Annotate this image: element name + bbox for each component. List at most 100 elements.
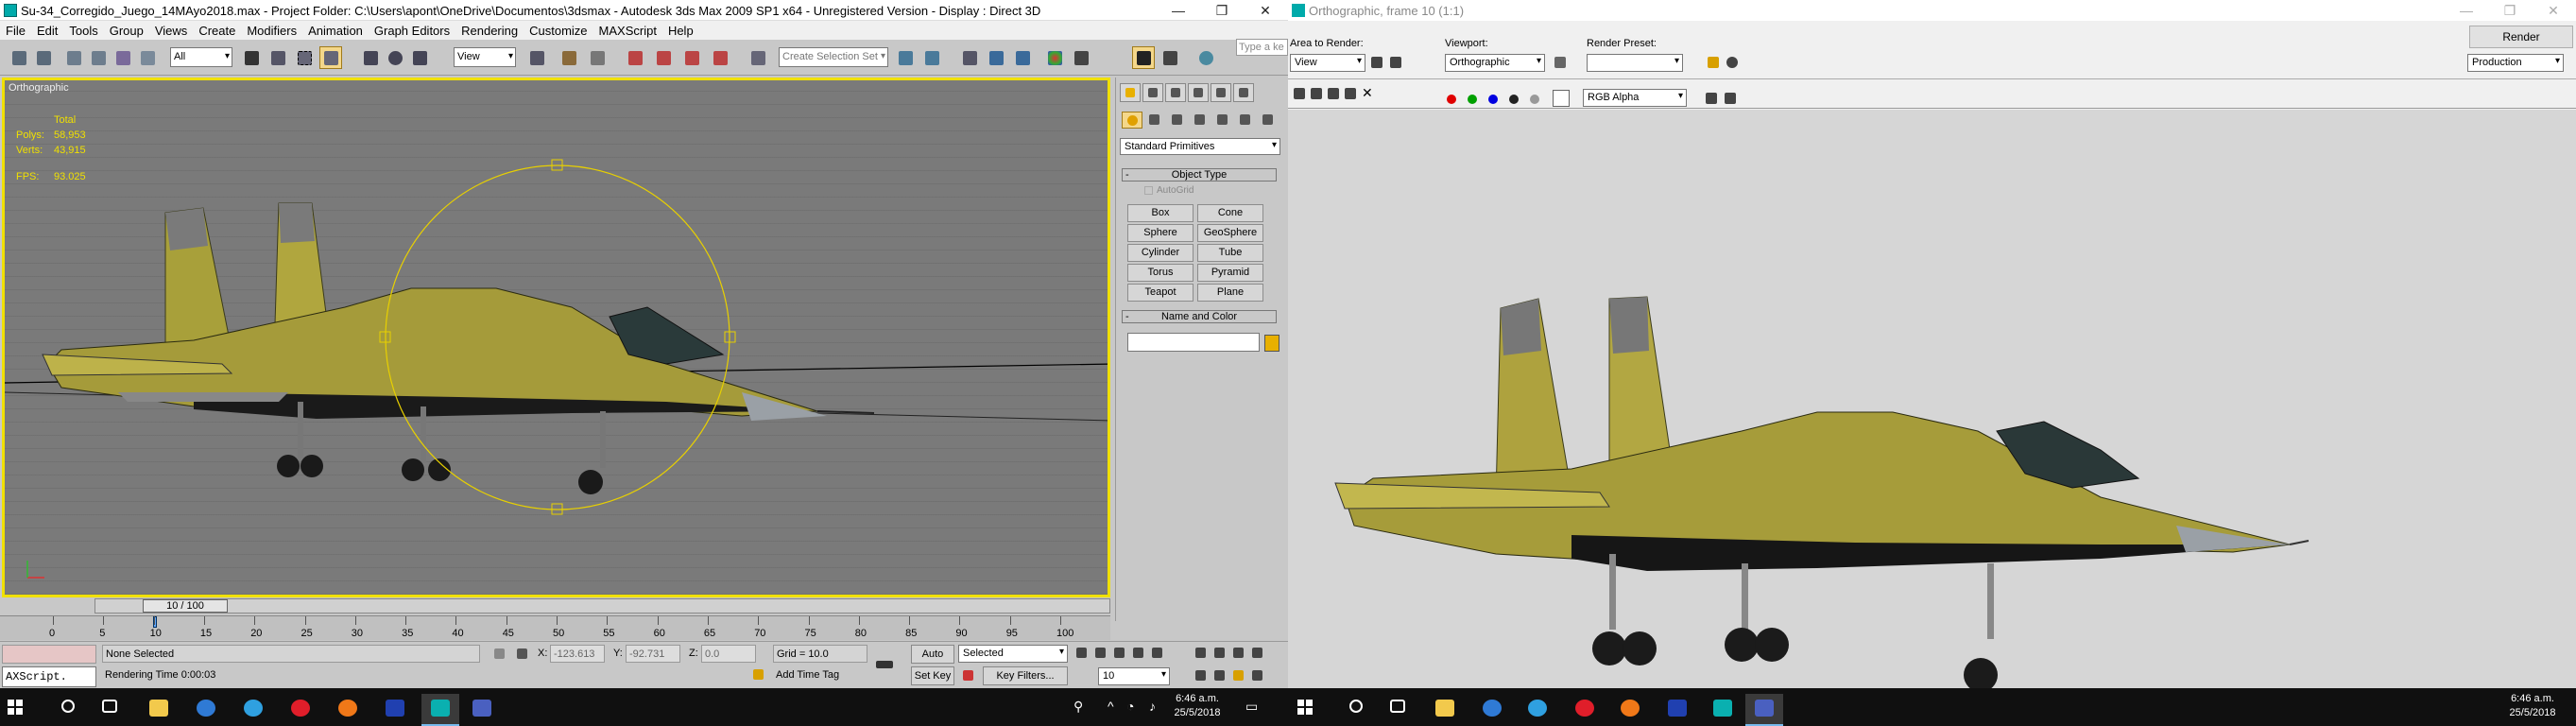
lock-selection-icon[interactable] bbox=[491, 646, 508, 663]
clone-window-icon[interactable] bbox=[1326, 86, 1341, 101]
set-key-button[interactable]: Set Key bbox=[911, 666, 954, 685]
next-frame-icon[interactable] bbox=[1130, 645, 1147, 662]
aircraft-model-viewport[interactable] bbox=[5, 80, 1110, 597]
toggle-ui-icon[interactable] bbox=[1723, 91, 1738, 106]
bind-icon[interactable] bbox=[136, 46, 159, 69]
geosphere-button[interactable]: GeoSphere bbox=[1197, 224, 1263, 242]
select-object-icon[interactable] bbox=[240, 46, 263, 69]
object-color-swatch[interactable] bbox=[1264, 335, 1279, 352]
selection-filter-dropdown[interactable]: All bbox=[170, 47, 232, 67]
volume-icon[interactable]: ♪ bbox=[1149, 699, 1156, 714]
zoom-all-icon[interactable] bbox=[1211, 645, 1228, 662]
red-channel-toggle[interactable] bbox=[1447, 95, 1456, 104]
menu-tools[interactable]: Tools bbox=[63, 21, 103, 38]
sphere-button[interactable]: Sphere bbox=[1127, 224, 1194, 242]
key-filters-button[interactable]: Key Filters... bbox=[983, 666, 1068, 685]
taskbar-clock-2[interactable]: 6:46 a.m. 25/5/2018 bbox=[2499, 692, 2566, 720]
lights-icon[interactable] bbox=[1167, 112, 1188, 129]
modify-tab-icon[interactable] bbox=[1142, 83, 1163, 102]
app-icon-blue-2[interactable] bbox=[1658, 694, 1696, 726]
move-icon[interactable] bbox=[359, 46, 382, 69]
unlink-icon[interactable] bbox=[87, 46, 110, 69]
undo-icon[interactable] bbox=[8, 46, 30, 69]
keyboard-shortcut-icon[interactable] bbox=[586, 46, 609, 69]
create-tab-icon[interactable] bbox=[1120, 83, 1141, 102]
render-mode-dropdown[interactable]: Production bbox=[2467, 54, 2564, 72]
menu-rendering[interactable]: Rendering bbox=[455, 21, 524, 38]
pan-icon[interactable] bbox=[1211, 667, 1228, 684]
key-selection-dropdown[interactable]: Selected bbox=[958, 645, 1068, 663]
select-manipulate-icon[interactable] bbox=[558, 46, 580, 69]
set-key-icon[interactable] bbox=[873, 655, 898, 672]
pyramid-button[interactable]: Pyramid bbox=[1197, 264, 1263, 282]
shapes-icon[interactable] bbox=[1144, 112, 1165, 129]
show-hidden-icons[interactable]: ^ bbox=[1108, 699, 1114, 714]
3dsmax-taskbar-icon[interactable] bbox=[421, 694, 459, 726]
redo-icon[interactable] bbox=[32, 46, 55, 69]
area-to-render-dropdown[interactable]: View bbox=[1290, 54, 1365, 72]
maximize-viewport-icon[interactable] bbox=[1249, 667, 1266, 684]
close-button[interactable]: ✕ bbox=[1244, 0, 1287, 21]
menu-group[interactable]: Group bbox=[104, 21, 149, 38]
name-and-color-rollout[interactable]: - Name and Color bbox=[1122, 310, 1277, 323]
layer-manager-icon[interactable] bbox=[958, 46, 981, 69]
utilities-tab-icon[interactable] bbox=[1233, 83, 1254, 102]
render-button[interactable]: Render bbox=[2469, 26, 2573, 48]
time-tag-icon[interactable] bbox=[750, 666, 767, 683]
rendered-frame-window-icon[interactable] bbox=[1132, 46, 1155, 69]
3dsmax-taskbar-icon-2[interactable] bbox=[1704, 694, 1742, 726]
3dsmax-app-icon[interactable] bbox=[4, 4, 17, 17]
menu-create[interactable]: Create bbox=[193, 21, 241, 38]
go-to-start-icon[interactable] bbox=[1073, 645, 1091, 662]
task-view-icon[interactable] bbox=[91, 694, 129, 726]
spinner-snap-icon[interactable] bbox=[709, 46, 731, 69]
clear-image-icon[interactable]: ✕ bbox=[1360, 86, 1375, 101]
absolute-mode-icon[interactable] bbox=[514, 646, 531, 663]
internet-explorer-icon[interactable] bbox=[234, 694, 272, 726]
green-channel-toggle[interactable] bbox=[1468, 95, 1477, 104]
z-coordinate-field[interactable]: 0.0 bbox=[701, 645, 756, 663]
y-coordinate-field[interactable]: -92.731 bbox=[626, 645, 680, 663]
cameras-icon[interactable] bbox=[1190, 112, 1211, 129]
track-bar[interactable]: 0 5 10 15 20 25 30 35 40 45 50 55 60 65 70 75 80 85 90 95 10… bbox=[0, 615, 1110, 640]
render-preset-dropdown[interactable] bbox=[1587, 54, 1683, 72]
minimize-button[interactable]: — bbox=[1157, 0, 1200, 21]
wifi-icon[interactable]: ◔ bbox=[1126, 699, 1134, 714]
current-frame-field[interactable]: 10 bbox=[1098, 667, 1170, 685]
maxscript-listener-mini[interactable] bbox=[2, 645, 96, 664]
monochrome-toggle[interactable] bbox=[1530, 95, 1539, 104]
render-production-icon[interactable] bbox=[1159, 46, 1181, 69]
menu-customize[interactable]: Customize bbox=[524, 21, 592, 38]
material-editor-icon[interactable] bbox=[1043, 46, 1066, 69]
key-mode-icon[interactable] bbox=[960, 667, 977, 684]
opera-icon[interactable] bbox=[282, 694, 319, 726]
search-input[interactable]: Type a ke bbox=[1236, 39, 1288, 56]
link-icon[interactable] bbox=[62, 46, 85, 69]
copy-image-icon[interactable] bbox=[1309, 86, 1324, 101]
search-icon-2[interactable] bbox=[1337, 694, 1375, 726]
app-icon-blue[interactable] bbox=[376, 694, 414, 726]
go-to-end-icon[interactable] bbox=[1149, 645, 1166, 662]
menu-modifiers[interactable]: Modifiers bbox=[241, 21, 302, 38]
blue-channel-toggle[interactable] bbox=[1488, 95, 1498, 104]
environment-icon[interactable] bbox=[1725, 55, 1740, 70]
align-icon[interactable] bbox=[920, 46, 943, 69]
time-slider[interactable]: 10 / 100 bbox=[94, 598, 1110, 614]
menu-file[interactable]: File bbox=[0, 21, 31, 38]
cone-button[interactable]: Cone bbox=[1197, 204, 1263, 222]
firefox-icon[interactable] bbox=[329, 694, 367, 726]
snaps-toggle-icon[interactable] bbox=[624, 46, 646, 69]
x-coordinate-field[interactable]: -123.613 bbox=[550, 645, 605, 663]
notifications-icon[interactable]: ▭ bbox=[1245, 699, 1258, 715]
object-name-field[interactable] bbox=[1127, 333, 1260, 352]
previous-frame-icon[interactable] bbox=[1092, 645, 1109, 662]
systems-icon[interactable] bbox=[1258, 112, 1279, 129]
maxscript-input[interactable]: AXScript. bbox=[2, 666, 96, 687]
activeshade-icon[interactable] bbox=[1194, 46, 1217, 69]
mirror-icon[interactable] bbox=[894, 46, 917, 69]
percent-snap-icon[interactable] bbox=[680, 46, 703, 69]
field-of-view-icon[interactable] bbox=[1193, 667, 1210, 684]
people-icon[interactable]: ⚲ bbox=[1073, 699, 1083, 715]
named-selection-dropdown[interactable]: Create Selection Set bbox=[779, 47, 888, 67]
search-icon[interactable] bbox=[49, 694, 87, 726]
